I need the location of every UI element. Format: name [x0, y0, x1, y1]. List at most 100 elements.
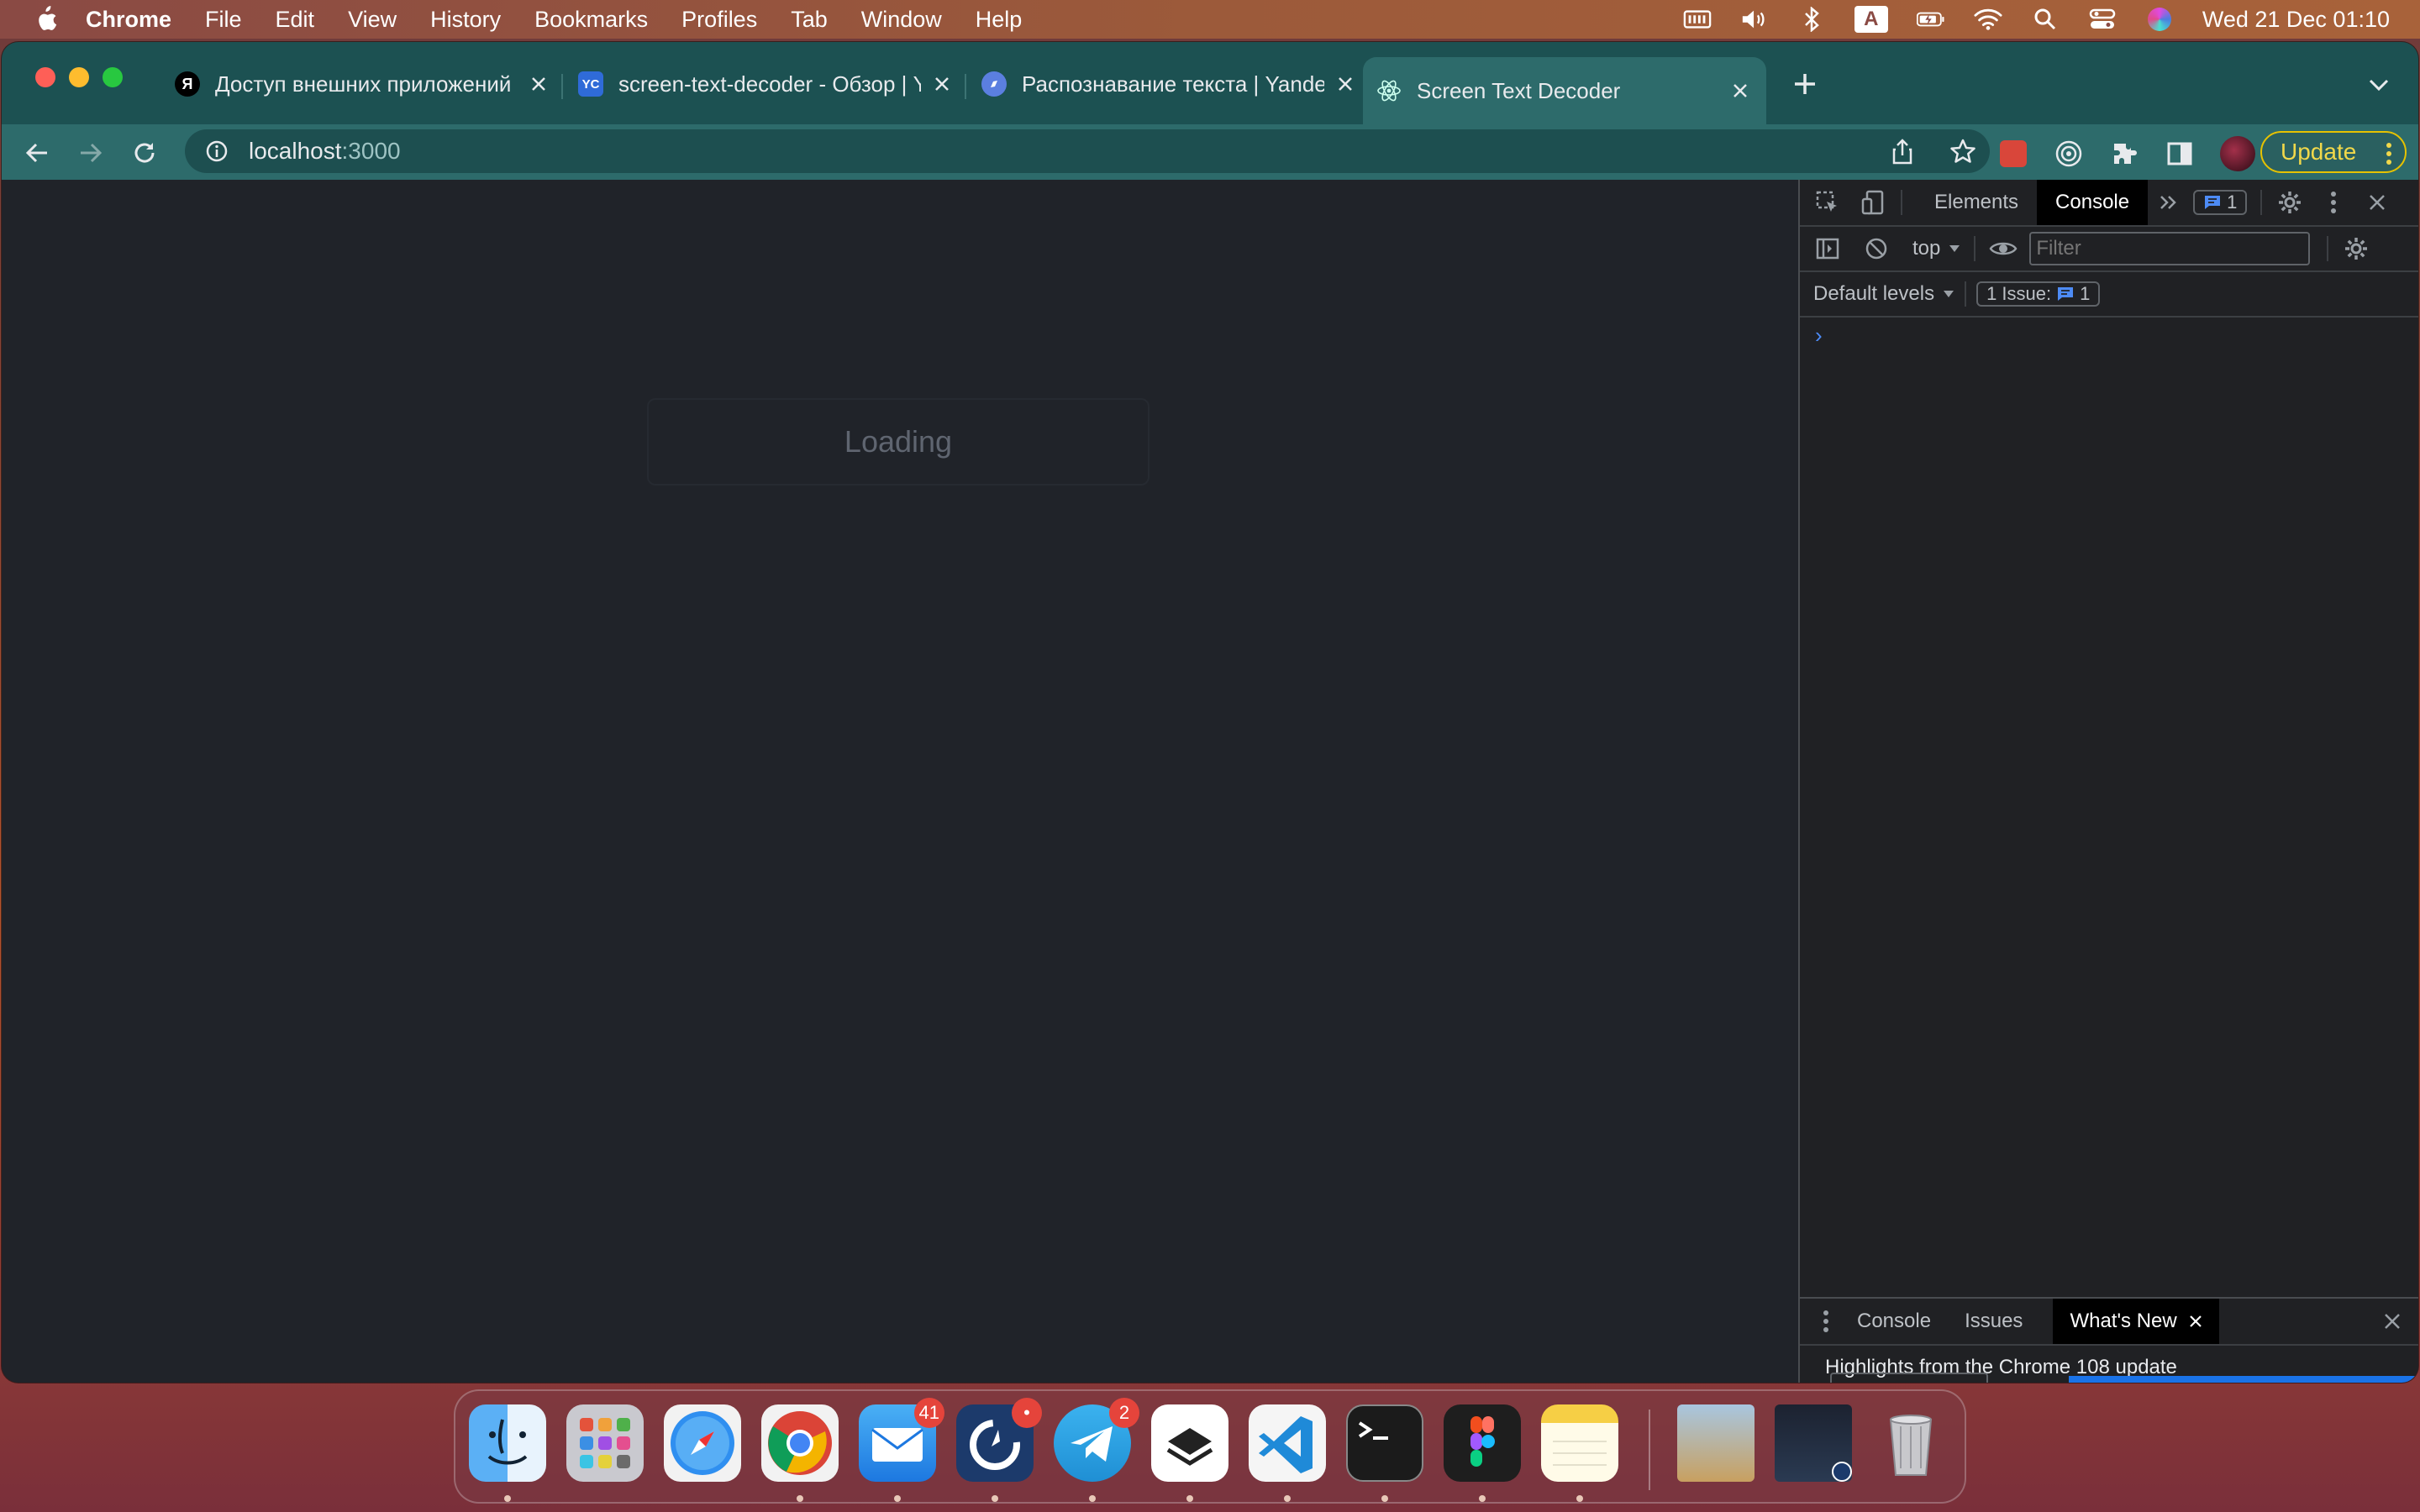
telegram-icon[interactable]: 2	[1054, 1398, 1139, 1482]
notes-icon[interactable]	[1541, 1404, 1618, 1482]
console-prompt[interactable]: ›	[1815, 323, 1823, 349]
wifi-icon[interactable]	[1974, 7, 2002, 32]
profile-avatar[interactable]	[2220, 136, 2255, 171]
safari-icon[interactable]	[664, 1404, 741, 1482]
menu-history[interactable]: History	[430, 7, 501, 33]
context-select[interactable]: top	[1912, 237, 1960, 260]
url-text: localhost:3000	[249, 138, 401, 165]
drawer-tab-console[interactable]: Console	[1840, 1299, 1948, 1344]
side-panel-icon[interactable]	[2165, 139, 2195, 169]
gear-icon[interactable]	[2275, 188, 2304, 217]
memory-icon[interactable]	[1683, 7, 1712, 32]
forward-arrow-icon[interactable]	[74, 136, 108, 170]
clear-console-icon[interactable]	[1862, 234, 1891, 263]
more-vert-icon[interactable]	[2385, 141, 2393, 166]
address-bar[interactable]: localhost:3000	[185, 129, 1990, 173]
screenshot-stack-icon[interactable]	[1775, 1404, 1852, 1482]
mail-icon[interactable]: 41	[859, 1398, 944, 1482]
menu-bar: Chrome File Edit View History Bookmarks …	[0, 0, 2420, 39]
console-settings-gear-icon[interactable]	[2342, 234, 2370, 263]
issues-counter-badge[interactable]: 1	[2193, 190, 2248, 215]
console-levels-bar: Default levels 1 Issue: 1	[1800, 272, 2418, 318]
more-vert-icon[interactable]	[1812, 1307, 1840, 1336]
tab-yandex-access[interactable]: Я Доступ внешних приложений	[175, 60, 551, 108]
menu-window[interactable]: Window	[861, 7, 942, 33]
apple-icon[interactable]	[30, 4, 60, 34]
close-icon[interactable]	[526, 71, 551, 97]
close-icon[interactable]	[1333, 71, 1358, 97]
menu-profiles[interactable]: Profiles	[681, 7, 757, 33]
issues-link-badge[interactable]: 1 Issue: 1	[1976, 281, 2101, 307]
menu-bookmarks[interactable]: Bookmarks	[534, 7, 648, 33]
new-tab-button[interactable]	[1788, 67, 1822, 101]
close-devtools-icon[interactable]	[2363, 188, 2391, 217]
menu-app-name[interactable]: Chrome	[86, 7, 171, 33]
close-icon[interactable]	[929, 71, 955, 97]
devtools-tab-console[interactable]: Console	[2037, 180, 2149, 225]
update-button-label: Update	[2281, 139, 2357, 165]
mattermost-icon[interactable]: •	[956, 1398, 1042, 1482]
whats-new-banner[interactable]	[2069, 1376, 2418, 1383]
running-indicator	[1479, 1495, 1486, 1502]
tab-screen-text-decoder[interactable]: Screen Text Decoder	[1363, 57, 1766, 124]
loading-text: Loading	[844, 424, 953, 459]
log-levels-select[interactable]: Default levels	[1813, 282, 1954, 306]
vscode-icon[interactable]	[1249, 1404, 1326, 1482]
control-center-icon[interactable]	[2088, 7, 2117, 32]
inspect-element-icon[interactable]	[1813, 188, 1842, 217]
back-arrow-icon[interactable]	[20, 136, 54, 170]
tab-yandex-cloud[interactable]: YC screen-text-decoder - Обзор | Y	[578, 60, 955, 108]
spotlight-search-icon[interactable]	[2031, 7, 2060, 32]
menu-clock[interactable]: Wed 21 Dec 01:10	[2202, 7, 2390, 33]
sidebar-toggle-icon[interactable]	[1813, 234, 1842, 263]
devtools-tab-elements[interactable]: Elements	[1916, 180, 2037, 225]
battery-icon[interactable]	[1916, 7, 1945, 32]
image-preview-icon[interactable]	[1677, 1404, 1754, 1482]
share-icon[interactable]	[1887, 136, 1918, 166]
more-vert-icon[interactable]	[2319, 188, 2348, 217]
close-window-button[interactable]	[35, 67, 55, 87]
devtools-drawer: Console Issues What's New Highlights fro…	[1800, 1297, 2418, 1383]
keyboard-layout-icon[interactable]: A	[1854, 6, 1888, 33]
extension-red-icon[interactable]	[1998, 139, 2028, 169]
reload-icon[interactable]	[128, 136, 161, 170]
running-indicator	[1186, 1495, 1193, 1502]
menu-help[interactable]: Help	[976, 7, 1023, 33]
close-drawer-icon[interactable]	[2378, 1307, 2407, 1336]
chrome-icon[interactable]	[761, 1404, 839, 1482]
menu-view[interactable]: View	[348, 7, 397, 33]
site-info-icon[interactable]	[203, 138, 230, 165]
minimize-window-button[interactable]	[69, 67, 89, 87]
menu-file[interactable]: File	[205, 7, 242, 33]
trash-icon[interactable]	[1872, 1404, 1949, 1482]
update-chrome-button[interactable]: Update	[2260, 131, 2407, 173]
drawer-tab-whats-new[interactable]: What's New	[2053, 1299, 2219, 1344]
figma-icon[interactable]	[1444, 1404, 1521, 1482]
console-toolbar: top	[1800, 227, 2418, 272]
whats-new-video-card[interactable]	[1830, 1373, 1988, 1383]
puzzle-icon[interactable]	[2109, 139, 2139, 169]
message-icon	[2058, 287, 2074, 301]
terminal-icon[interactable]	[1346, 1404, 1423, 1482]
finder-icon[interactable]	[469, 1404, 546, 1482]
eye-icon[interactable]	[1989, 234, 2018, 263]
close-icon[interactable]	[1728, 78, 1753, 103]
siri-icon[interactable]	[2145, 7, 2174, 32]
console-filter-input[interactable]	[2029, 232, 2311, 265]
bluetooth-icon[interactable]	[1797, 7, 1826, 32]
volume-icon[interactable]	[1740, 7, 1769, 32]
extension-target-icon[interactable]	[2054, 139, 2084, 169]
more-tabs-icon[interactable]	[2154, 188, 2183, 217]
sublime-merge-icon[interactable]	[1151, 1404, 1228, 1482]
drawer-tabbar: Console Issues What's New	[1800, 1299, 2418, 1346]
close-icon[interactable]	[2189, 1315, 2202, 1328]
launchpad-icon[interactable]	[566, 1404, 644, 1482]
chevron-down-icon[interactable]	[2365, 71, 2393, 99]
bookmark-star-icon[interactable]	[1948, 136, 1978, 166]
menu-edit[interactable]: Edit	[276, 7, 315, 33]
drawer-tab-issues[interactable]: Issues	[1948, 1299, 2039, 1344]
zoom-window-button[interactable]	[103, 67, 123, 87]
menu-tab[interactable]: Tab	[791, 7, 828, 33]
tab-text-recognition[interactable]: Распознавание текста | Yandex	[981, 60, 1358, 108]
device-toolbar-icon[interactable]	[1859, 188, 1887, 217]
